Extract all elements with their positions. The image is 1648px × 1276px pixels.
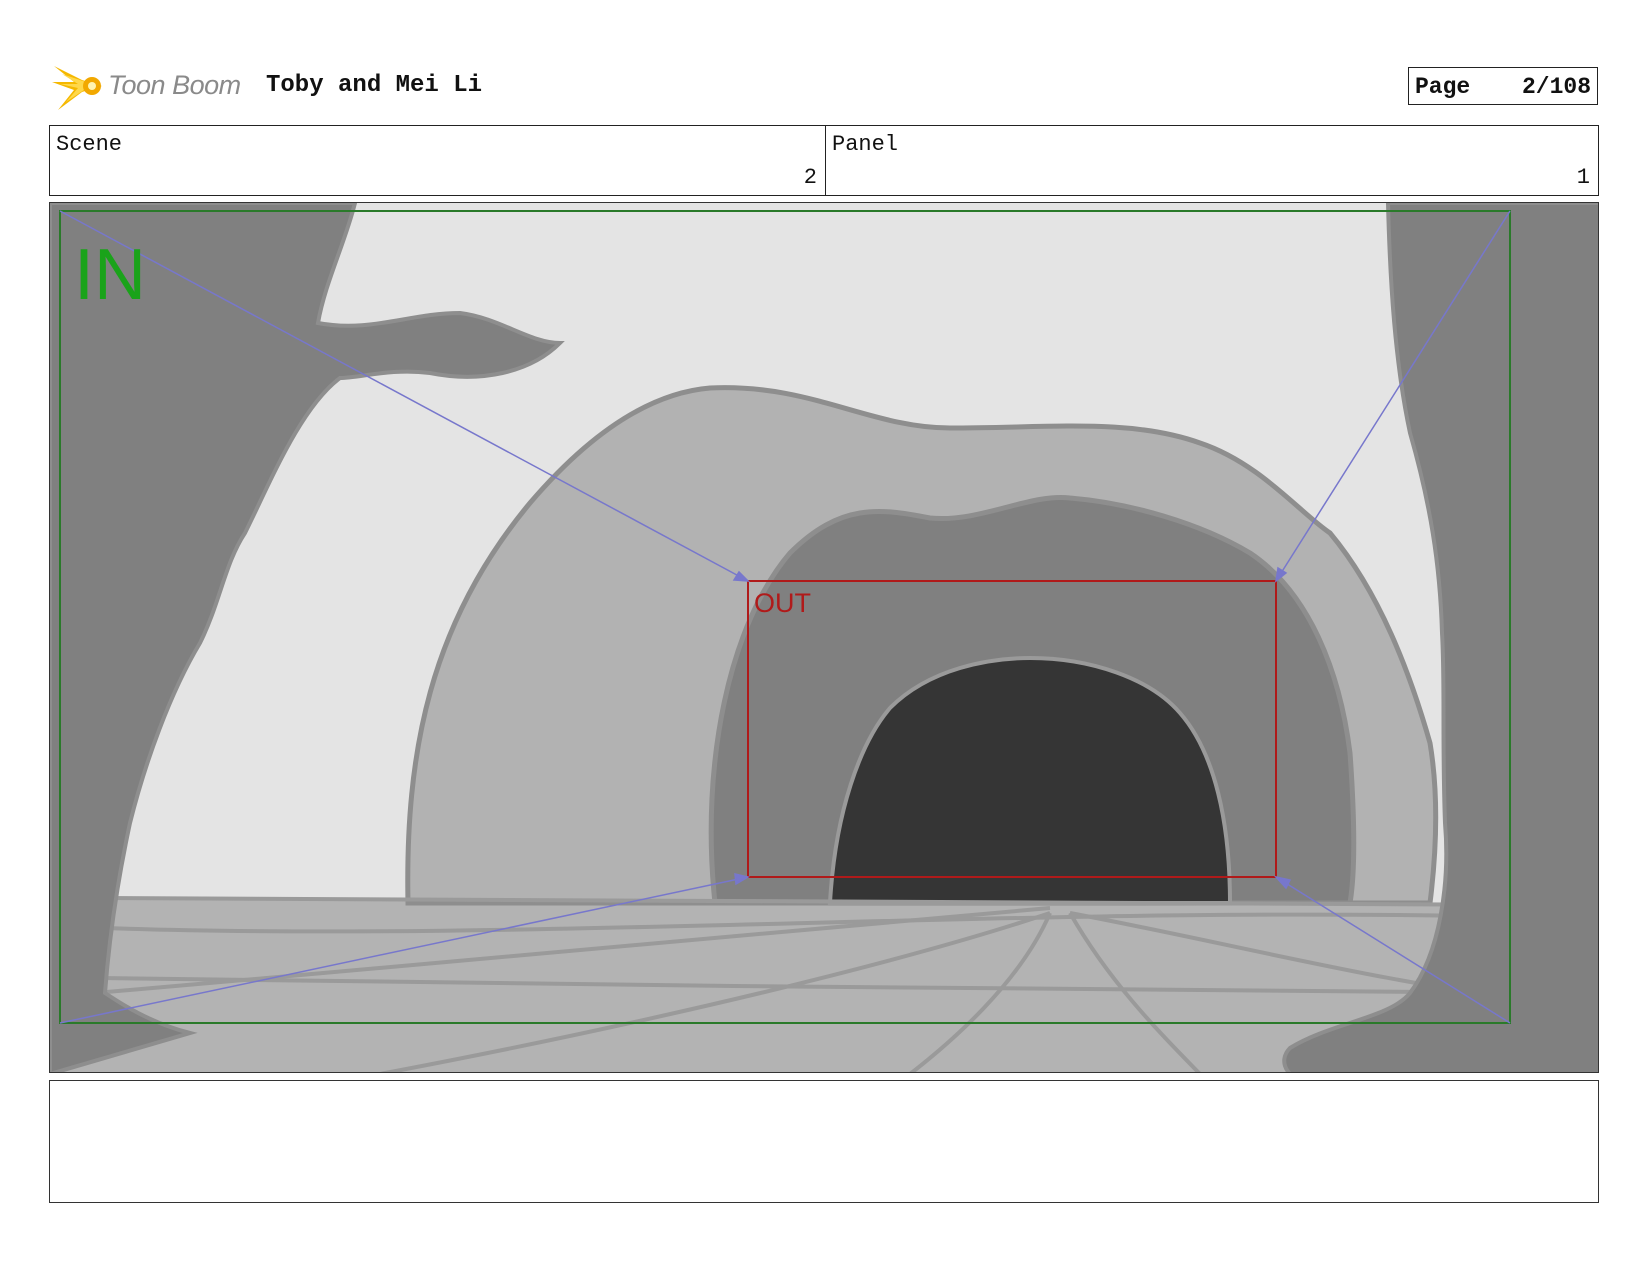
page-header: Toon Boom Toby and Mei Li Page 2/108 — [52, 56, 1598, 120]
panel-label: Panel — [832, 132, 899, 157]
panel-cell: Panel 1 — [826, 126, 1598, 195]
caption-box — [49, 1080, 1599, 1203]
scene-cell: Scene 2 — [50, 126, 826, 195]
scene-panel-row: Scene 2 Panel 1 — [49, 125, 1599, 196]
brand-name: Toon Boom — [108, 70, 241, 100]
panel-drawing: IN OUT — [50, 203, 1598, 1072]
storyboard-panel: IN OUT — [49, 202, 1599, 1073]
panel-number: 1 — [1576, 165, 1590, 190]
project-title: Toby and Mei Li — [266, 72, 483, 99]
scene-number: 2 — [803, 165, 817, 190]
scene-label: Scene — [56, 132, 123, 157]
page-label: Page — [1415, 74, 1471, 100]
in-label: IN — [74, 235, 146, 315]
page-indicator: Page 2/108 — [1408, 67, 1598, 105]
page-number: 2/108 — [1521, 74, 1591, 100]
toon-boom-burst-icon — [52, 66, 102, 110]
out-label: OUT — [754, 588, 811, 618]
